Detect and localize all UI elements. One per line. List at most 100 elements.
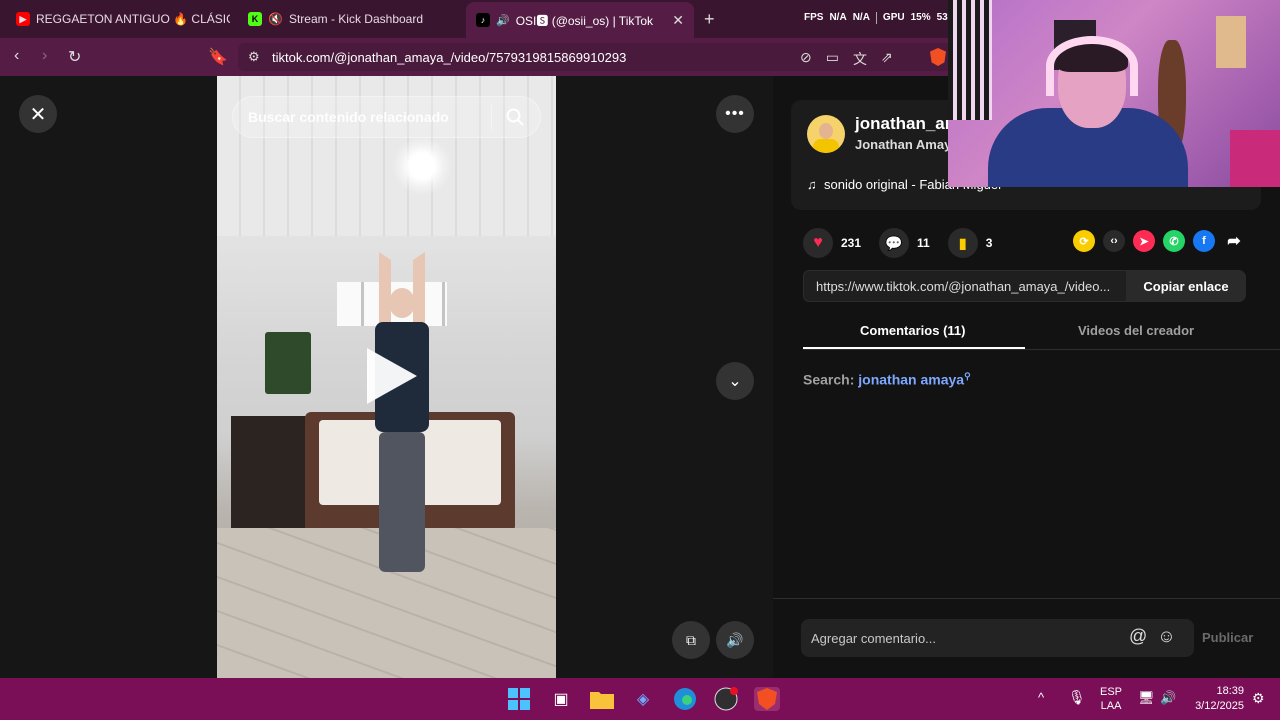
gpu-value: 15% [910,12,931,23]
bookmark-save-icon[interactable]: ▮ [947,228,978,258]
comment-icon[interactable]: 💬 [879,228,910,258]
engagement-stats: ♥ 231 💬 11 ▮ 3 [803,228,992,258]
search-icon[interactable] [505,107,525,127]
language-indicator[interactable]: ESP LAA [1100,685,1122,713]
reload-icon[interactable]: ↻ [68,47,81,67]
volume-tray-icon[interactable]: 🔊 [1160,690,1176,706]
embed-icon[interactable]: ‹› [1103,230,1125,252]
tab-title: OSI🆂 (@osii_os) | TikTok [515,13,654,28]
performance-overlay: FPS N/A N/A GPU 15% 53° [804,12,952,24]
muted-speaker-icon[interactable]: 🔇 [268,12,283,26]
video-lamp [392,136,452,196]
comment-input-icons: @ ☺ [1129,626,1176,647]
youtube-icon: ▶ [16,12,30,26]
active-tab-indicator [803,347,1025,349]
tab-reggaeton[interactable]: ▶ REGGAETON ANTIGUO 🔥 CLÁSICOS [6,4,230,34]
save-count: 3 [985,236,993,250]
close-tab-icon[interactable]: ✕ [672,12,684,29]
cast-icon[interactable]: ▭ [826,49,839,69]
related-search-prefix: Search: [803,371,855,388]
video-plant [265,332,311,394]
comment-composer: Agregar comentario... @ ☺ Publicar [773,598,1280,678]
comment-stat[interactable]: 💬 11 [879,228,930,258]
obs-icon[interactable] [713,687,739,711]
panel-tabs: Comentarios (11) Videos del creador [803,316,1280,350]
mention-icon[interactable]: @ [1129,626,1147,647]
whatsapp-icon[interactable]: ✆ [1163,230,1185,252]
related-search-placeholder: Buscar contenido relacionado [248,109,449,125]
tab-kick-dashboard[interactable]: K 🔇 Stream - Kick Dashboard [238,4,464,34]
volume-button[interactable]: 🔊 [716,621,754,659]
like-stat[interactable]: ♥ 231 [803,228,861,258]
repost-icon[interactable]: ⟳ [1073,230,1095,252]
copy-link-button[interactable]: Copiar enlace [1126,271,1246,301]
tab-creator-videos[interactable]: Videos del creador [1078,323,1194,338]
translate-icon[interactable]: 文 [853,49,867,69]
comment-placeholder: Agregar comentario... [811,630,937,646]
new-tab-button[interactable]: + [704,9,715,30]
system-clock[interactable]: 18:39 3/12/2025 [1192,684,1244,714]
facebook-icon[interactable]: f [1193,230,1215,252]
language-bottom: LAA [1100,700,1122,712]
floating-player-button[interactable]: ⧉ [672,621,710,659]
gpu-label: GPU [882,12,905,23]
no-ai-icon[interactable]: ⊘ [800,49,812,69]
language-top: ESP [1100,686,1123,698]
play-icon[interactable] [367,348,417,404]
fps-value: N/A [829,12,847,23]
tab-tiktok[interactable]: ♪ 🔊 OSI🆂 (@osii_os) | TikTok ✕ [466,2,694,38]
url-text: tiktok.com/@jonathan_amaya_/video/757931… [272,49,627,65]
related-search-query[interactable]: jonathan amaya [858,372,964,388]
search-small-icon: ⚲ [964,371,971,381]
edge-icon[interactable] [672,687,698,711]
send-to-friends-icon[interactable]: ➤ [1133,230,1155,252]
webcam-headset [1046,36,1138,96]
clock-time: 18:39 [1216,685,1244,697]
task-view-icon[interactable]: ▣ [548,687,574,711]
fps-value-2: N/A [852,12,870,23]
speaker-icon[interactable]: 🔊 [496,14,510,27]
tab-comments[interactable]: Comentarios (11) [860,323,965,338]
back-icon[interactable]: ‹ [14,47,19,65]
share-icon[interactable]: ⇗ [881,49,893,69]
search-divider [491,105,492,131]
publish-button[interactable]: Publicar [1202,630,1253,645]
show-hidden-icons[interactable]: ^ [1038,690,1044,705]
network-icon[interactable]: 🖥 [1138,690,1155,706]
notifications-icon[interactable]: ⚙ [1252,690,1265,707]
tab-title: Stream - Kick Dashboard [288,12,424,26]
next-video-button[interactable]: ⌄ [716,362,754,400]
heart-icon[interactable]: ♥ [803,228,833,258]
fps-label: FPS [804,12,824,23]
webcam-keyboard [948,0,992,120]
kick-icon: K [248,12,262,26]
creator-avatar[interactable] [807,115,845,153]
windows-taskbar: ▣ ◈ ^ 🎙 ESP LAA 🖥 🔊 18:39 3/12/2025 ⚙ [0,678,1280,720]
emoji-icon[interactable]: ☺ [1157,626,1175,647]
bookmark-icon[interactable]: 🔖 [208,47,228,67]
microphone-icon[interactable]: 🎙 [1068,689,1086,706]
app-icon[interactable]: ◈ [630,687,656,711]
video-link-text[interactable]: https://www.tiktok.com/@jonathan_amaya_/… [816,279,1128,294]
video-viewer: ✕ Buscar contenido relacionado ••• ⌄ ⧉ 🔊 [0,76,773,678]
creator-nickname: Jonathan Amaya [855,137,959,152]
windows-start-icon[interactable] [506,687,532,711]
close-video-button[interactable]: ✕ [19,95,57,133]
brave-browser-icon[interactable] [754,687,780,711]
tiktok-icon: ♪ [476,13,490,27]
related-search-input[interactable]: Buscar contenido relacionado [232,96,541,138]
webcam-chair [1230,130,1280,187]
copy-link-row: https://www.tiktok.com/@jonathan_amaya_/… [803,270,1246,302]
clock-date: 3/12/2025 [1195,700,1244,712]
music-note-icon: ♫ [807,177,817,192]
share-arrow-icon[interactable]: ➦ [1223,230,1245,252]
more-options-button[interactable]: ••• [716,95,754,133]
save-stat[interactable]: ▮ 3 [947,228,993,258]
like-count: 231 [841,236,862,250]
webcam-overlay [948,0,1280,187]
file-explorer-icon[interactable] [589,687,615,711]
related-search-link[interactable]: Search: jonathan amaya⚲ [803,371,971,388]
forward-icon[interactable]: › [42,47,47,65]
site-settings-icon[interactable]: ⚙ [248,49,260,65]
tab-title: REGGAETON ANTIGUO 🔥 CLÁSICOS [36,12,230,26]
